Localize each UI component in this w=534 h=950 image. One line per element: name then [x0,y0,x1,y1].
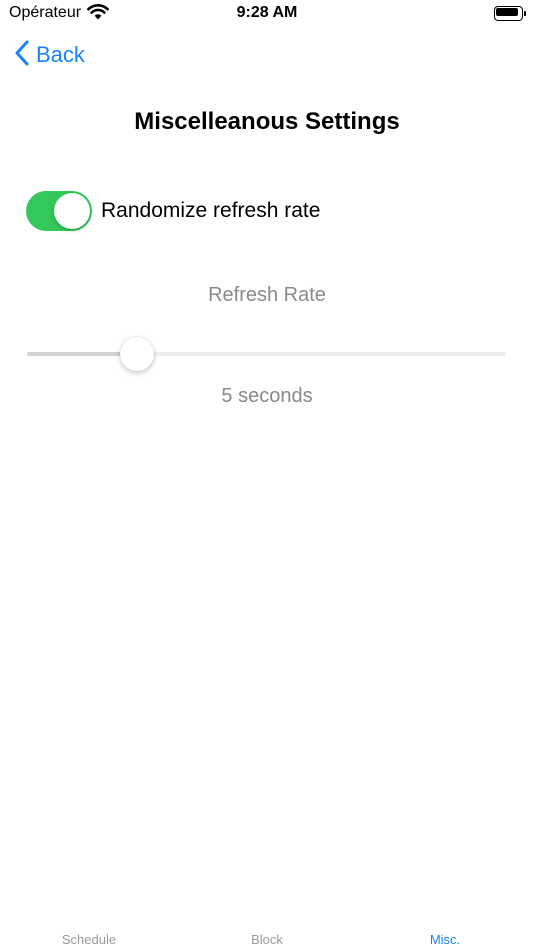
tab-bar: Schedule Block Misc. [0,926,534,950]
tab-misc[interactable]: Misc. [356,932,534,947]
refresh-rate-title: Refresh Rate [208,284,326,306]
slider-thumb[interactable] [120,337,155,371]
status-time: 9:28 AM [236,4,298,21]
status-bar: Opérateur 9:28 AM [0,0,534,30]
screen: Opérateur 9:28 AM Back Miscelleanous Set… [0,0,534,950]
randomize-refresh-label: Randomize refresh rate [101,199,321,222]
refresh-rate-slider[interactable] [27,336,506,372]
randomize-refresh-toggle[interactable] [26,191,92,231]
page-title: Miscelleanous Settings [134,108,400,135]
randomize-toggle-row: Randomize refresh rate [26,191,320,231]
battery-icon [494,6,527,21]
chevron-left-icon [14,40,30,71]
toggle-knob [54,193,90,229]
tab-block[interactable]: Block [178,932,356,947]
tab-schedule[interactable]: Schedule [0,932,178,947]
refresh-rate-value: 5 seconds [221,385,313,407]
back-label: Back [36,42,85,67]
back-button[interactable]: Back [14,38,85,72]
